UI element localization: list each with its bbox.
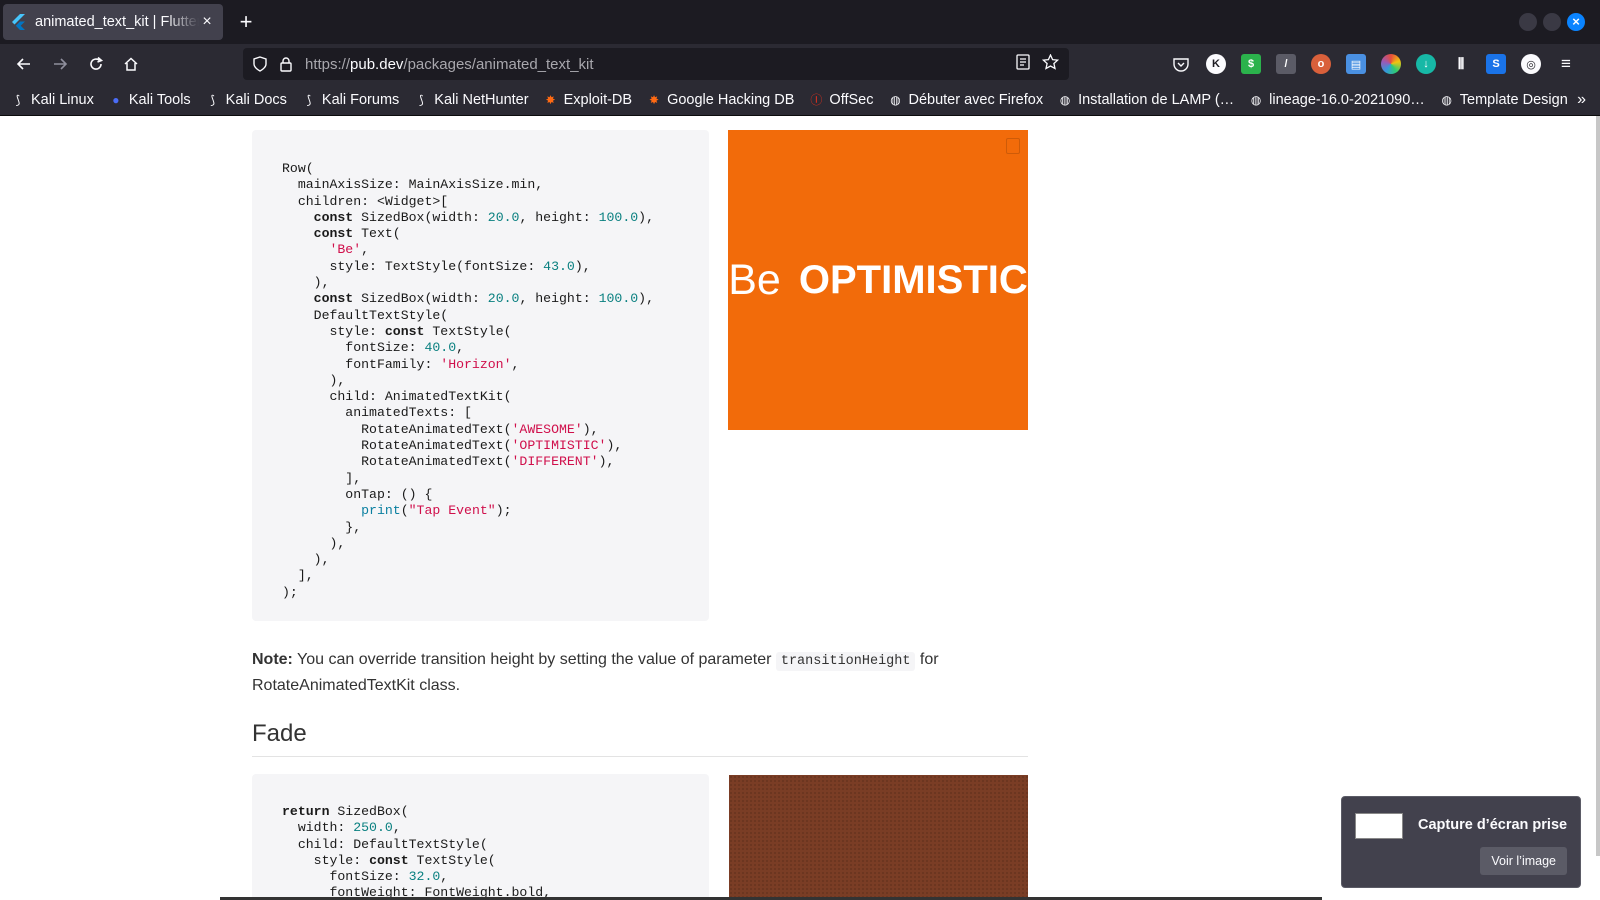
copy-icon[interactable] <box>1006 138 1020 154</box>
library-icon[interactable]: ⦀ <box>1451 54 1471 74</box>
flutter-icon <box>11 14 27 30</box>
url-text[interactable]: https://pub.dev/packages/animated_text_k… <box>305 56 1016 73</box>
bookmark-item[interactable]: ⟆ Kali NetHunter <box>413 91 529 108</box>
code-text: Row( mainAxisSize: MainAxisSize.min, chi… <box>282 161 654 600</box>
bookmark-label: Google Hacking DB <box>667 91 795 108</box>
bookmark-label: Débuter avec Firefox <box>908 91 1044 108</box>
offsec-icon: Ⓘ <box>810 93 823 107</box>
tab-title: animated_text_kit | Flutter <box>35 14 199 30</box>
arrow-left-icon <box>16 58 30 70</box>
kali-dragon-icon: ⟆ <box>15 92 21 107</box>
home-icon <box>124 57 138 71</box>
bookmark-item[interactable]: ◍ lineage-16.0-2021090… <box>1248 92 1425 108</box>
bookmark-label: Kali Tools <box>128 91 191 108</box>
bookmark-item[interactable]: ✸ Exploit-DB <box>543 92 633 108</box>
page-content: Row( mainAxisSize: MainAxisSize.min, chi… <box>0 116 1600 900</box>
inline-code: transitionHeight <box>775 652 916 671</box>
new-tab-button[interactable]: + <box>232 8 260 36</box>
bookmark-item[interactable]: Ⓘ OffSec <box>808 92 873 108</box>
bookmarks-toolbar: ⟆ Kali Linux ● Kali Tools ⟆ Kali Docs ⟆ Kali Fo… <box>0 84 1600 116</box>
code-block-fade: return SizedBox( width: 250.0, child: De… <box>252 774 709 900</box>
menu-icon[interactable]: ≡ <box>1556 54 1576 74</box>
forward-button[interactable] <box>46 50 74 78</box>
bookmark-item[interactable]: ⟆ Kali Linux <box>10 92 94 108</box>
kali-dragon-icon: ⟆ <box>306 92 312 107</box>
home-button[interactable] <box>117 50 145 78</box>
kali-dragon-icon: ⟆ <box>210 92 216 107</box>
bookmark-item[interactable]: ◍ Template Design <box>1439 92 1568 108</box>
bookmark-label: Exploit-DB <box>563 91 633 108</box>
lock-icon[interactable] <box>277 55 295 73</box>
globe-icon: ◍ <box>1250 92 1262 107</box>
globe-icon: ◍ <box>890 92 901 107</box>
bookmark-label: Kali Linux <box>31 91 94 108</box>
shield-icon[interactable] <box>251 55 269 73</box>
kali-tools-icon: ● <box>112 92 120 107</box>
bookmark-item[interactable]: ● Kali Tools <box>108 91 191 108</box>
exploit-db-icon: ✸ <box>649 92 660 107</box>
tab-strip: animated_text_kit | Flutter × + × <box>0 0 1600 44</box>
owl-extension-icon[interactable]: o <box>1311 54 1331 74</box>
address-bar[interactable]: https://pub.dev/packages/animated_text_k… <box>243 48 1069 80</box>
tab-close-icon[interactable]: × <box>199 13 215 31</box>
color-wheel-extension-icon[interactable] <box>1381 54 1401 74</box>
bookmark-label: Installation de LAMP (… <box>1078 91 1235 108</box>
bookmark-label: Template Design <box>1459 91 1568 108</box>
demo-rotating-text: OPTIMISTIC <box>798 257 1028 302</box>
navigation-toolbar: https://pub.dev/packages/animated_text_k… <box>0 44 1600 84</box>
notification-title: Capture d’écran prise <box>1418 817 1568 833</box>
download-extension-icon[interactable]: ↓ <box>1416 54 1436 74</box>
back-button[interactable] <box>10 50 38 78</box>
window-close-button[interactable]: × <box>1567 13 1585 31</box>
reload-button[interactable] <box>82 50 110 78</box>
bookmark-label: Kali Forums <box>321 91 400 108</box>
rotate-animation-demo: Be OPTIMISTIC <box>728 130 1028 430</box>
k-extension-icon[interactable]: K <box>1206 54 1226 74</box>
bookmark-label: OffSec <box>829 91 874 108</box>
reload-icon <box>90 56 104 70</box>
demo-static-text: Be <box>728 255 781 304</box>
bookmark-item[interactable]: ✸ Google Hacking DB <box>646 92 794 108</box>
bookmark-label: Kali Docs <box>225 91 287 108</box>
feather-extension-icon[interactable]: / <box>1276 54 1296 74</box>
pocket-icon[interactable] <box>1171 54 1191 74</box>
reader-view-icon[interactable] <box>1016 54 1030 74</box>
arrow-right-icon <box>54 58 68 70</box>
note-paragraph: Note: You can override transition height… <box>252 648 952 698</box>
fade-animation-demo <box>729 775 1028 900</box>
screenshot-notification: Capture d’écran prise Voir l’image <box>1341 796 1581 888</box>
section-heading-fade: Fade <box>252 720 1028 757</box>
screenshot-thumbnail[interactable] <box>1355 813 1403 839</box>
note-text: You can override transition height by se… <box>292 651 776 668</box>
maximize-button[interactable] <box>1543 13 1561 31</box>
bookmark-item[interactable]: ◍ Installation de LAMP (… <box>1057 92 1234 108</box>
bookmark-star-icon[interactable] <box>1041 53 1060 74</box>
bookmark-label: Kali NetHunter <box>434 91 529 108</box>
bookmark-item[interactable]: ⟆ Kali Forums <box>301 91 400 108</box>
tab-active[interactable]: animated_text_kit | Flutter × <box>3 4 223 40</box>
bookmark-item[interactable]: ◍ Débuter avec Firefox <box>887 92 1043 108</box>
vertical-scrollbar[interactable] <box>1596 116 1600 856</box>
globe-icon: ◍ <box>1059 92 1071 107</box>
code-text: return SizedBox( width: 250.0, child: De… <box>282 804 552 900</box>
exploit-db-icon: ✸ <box>545 92 556 107</box>
bookmark-item[interactable]: ⟆ Kali Docs <box>205 92 287 108</box>
s-extension-icon[interactable]: S <box>1486 54 1506 74</box>
green-extension-icon[interactable]: $ <box>1241 54 1261 74</box>
note-label: Note: <box>252 651 293 668</box>
minimize-button[interactable] <box>1519 13 1537 31</box>
code-block-rotate: Row( mainAxisSize: MainAxisSize.min, chi… <box>252 130 709 621</box>
account-icon[interactable]: ◎ <box>1521 54 1541 74</box>
globe-icon: ◍ <box>1441 92 1452 107</box>
view-image-button[interactable]: Voir l’image <box>1480 847 1567 875</box>
bookmarks-overflow-icon[interactable]: » <box>1577 91 1586 109</box>
bookmark-label: lineage-16.0-2021090… <box>1269 91 1425 108</box>
kali-dragon-icon: ⟆ <box>418 92 424 107</box>
document-extension-icon[interactable]: ▤ <box>1346 54 1366 74</box>
